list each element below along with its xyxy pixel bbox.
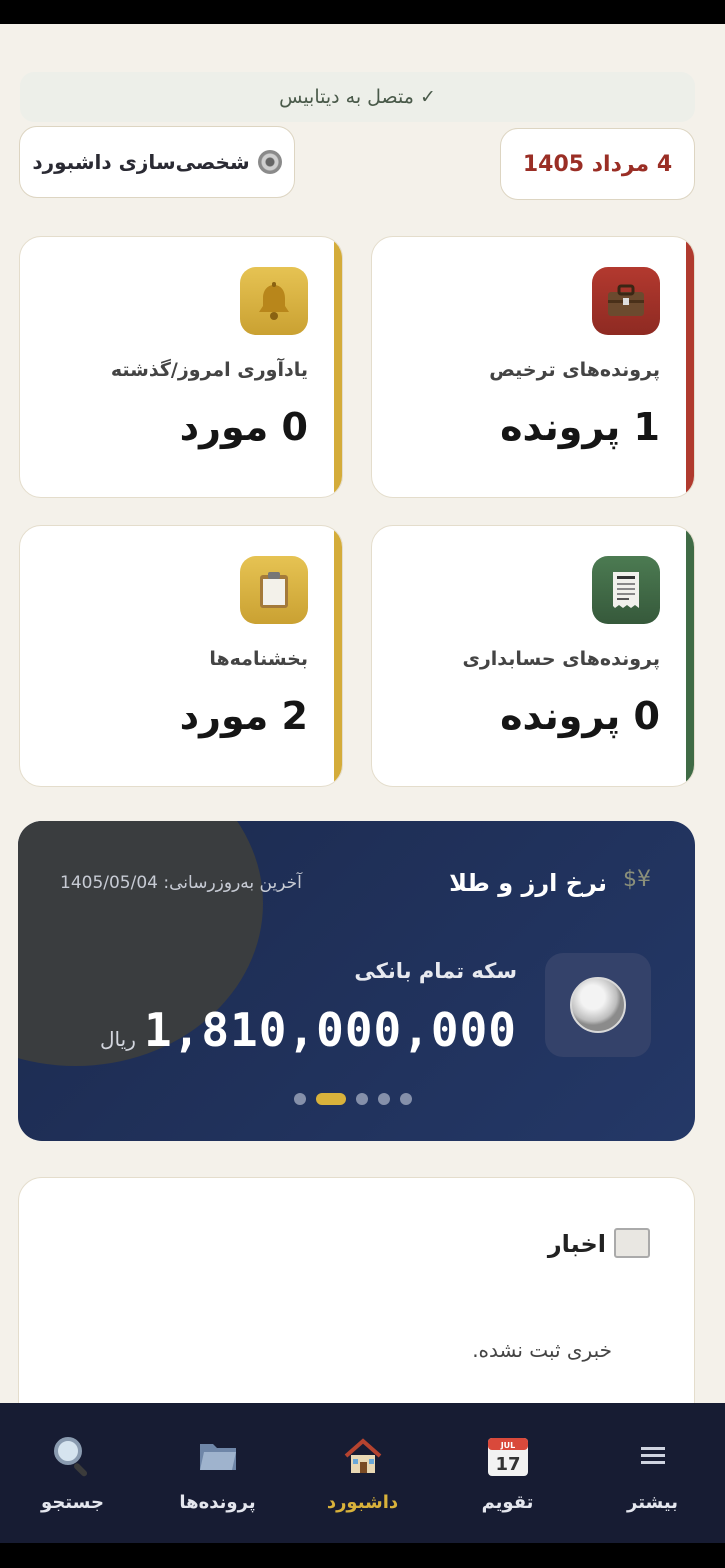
carousel-dot-active[interactable] bbox=[316, 1093, 346, 1105]
nav-item-more[interactable]: بیشتر bbox=[593, 1434, 713, 1513]
nav-item-search[interactable]: جستجو bbox=[13, 1434, 133, 1513]
exchange-icon: $¥ bbox=[623, 867, 651, 892]
card-stripe bbox=[334, 237, 342, 497]
coin-icon-box bbox=[545, 953, 651, 1057]
date-text: 4 مرداد 1405 bbox=[522, 151, 673, 177]
nav-item-files[interactable]: پرونده‌ها bbox=[158, 1434, 278, 1513]
carousel-dots bbox=[294, 1093, 412, 1105]
news-empty-text: خبری ثبت نشده. bbox=[472, 1338, 612, 1362]
card-accounting-files[interactable]: پرونده‌های حسابداری 0 پرونده bbox=[371, 525, 695, 787]
nav-label: بیشتر bbox=[627, 1491, 678, 1513]
card-value: 2 مورد bbox=[179, 694, 308, 738]
nav-label: پرونده‌ها bbox=[179, 1491, 256, 1513]
calendar-day-text: 17 bbox=[495, 1454, 520, 1475]
news-title: اخبار bbox=[547, 1230, 606, 1258]
card-stripe bbox=[686, 237, 694, 497]
nav-item-calendar[interactable]: JUL 17 تقویم bbox=[448, 1434, 568, 1513]
system-gesture-bar bbox=[0, 1543, 725, 1568]
carousel-dot[interactable] bbox=[294, 1093, 306, 1105]
bottom-nav: بیشتر JUL 17 تقویم داشبورد پرونده‌ها جست… bbox=[0, 1403, 725, 1543]
clipboard-icon bbox=[240, 556, 308, 624]
card-reminders[interactable]: یادآوری امروز/گذشته 0 مورد bbox=[19, 236, 343, 498]
carousel-dot[interactable] bbox=[400, 1093, 412, 1105]
rates-title: نرخ ارز و طلا bbox=[449, 869, 607, 897]
home-icon bbox=[341, 1434, 385, 1478]
card-stripe bbox=[686, 526, 694, 786]
bell-icon bbox=[240, 267, 308, 335]
date-badge: 4 مرداد 1405 bbox=[500, 128, 695, 200]
coin-icon bbox=[570, 977, 626, 1033]
dashboard-screen: ✓ متصل به دیتابیس 4 مرداد 1405 شخصی‌سازی… bbox=[0, 24, 725, 1404]
carousel-dot[interactable] bbox=[356, 1093, 368, 1105]
nav-label: داشبورد bbox=[326, 1491, 399, 1513]
nav-label: تقویم bbox=[481, 1491, 534, 1513]
receipt-icon bbox=[592, 556, 660, 624]
briefcase-icon bbox=[592, 267, 660, 335]
card-stripe bbox=[334, 526, 342, 786]
card-label: پرونده‌های ترخیص bbox=[489, 359, 660, 381]
customize-dashboard-button[interactable]: شخصی‌سازی داشبورد bbox=[19, 126, 295, 198]
menu-icon bbox=[631, 1434, 675, 1478]
db-status-text: ✓ متصل به دیتابیس bbox=[279, 86, 436, 108]
news-card: اخبار خبری ثبت نشده. bbox=[18, 1177, 695, 1404]
card-label: پرونده‌های حسابداری bbox=[462, 648, 660, 670]
gear-icon bbox=[257, 150, 282, 174]
calendar-month-text: JUL bbox=[499, 1441, 515, 1450]
search-icon bbox=[51, 1434, 95, 1478]
calendar-icon: JUL 17 bbox=[486, 1434, 530, 1478]
nav-label: جستجو bbox=[41, 1491, 104, 1513]
card-circulars[interactable]: بخشنامه‌ها 2 مورد bbox=[19, 525, 343, 787]
rate-unit: ریال bbox=[100, 1027, 136, 1051]
folder-icon bbox=[196, 1434, 240, 1478]
card-value: 0 پرونده bbox=[500, 694, 660, 738]
rate-item-name: سکه تمام بانکی bbox=[354, 959, 517, 983]
card-value: 0 مورد bbox=[179, 405, 308, 449]
customize-label: شخصی‌سازی داشبورد bbox=[32, 150, 250, 174]
card-value: 1 پرونده bbox=[500, 405, 660, 449]
card-label: بخشنامه‌ها bbox=[209, 648, 308, 670]
card-label: یادآوری امروز/گذشته bbox=[110, 359, 308, 381]
newspaper-icon bbox=[614, 1228, 650, 1258]
currency-rates-card[interactable]: $¥ نرخ ارز و طلا آخرین به‌روزرسانی: 1405… bbox=[18, 821, 695, 1141]
carousel-dot[interactable] bbox=[378, 1093, 390, 1105]
db-status-banner: ✓ متصل به دیتابیس bbox=[20, 72, 695, 122]
card-clearance-files[interactable]: پرونده‌های ترخیص 1 پرونده bbox=[371, 236, 695, 498]
rate-amount: 1,810,000,000 bbox=[143, 1003, 517, 1057]
status-bar bbox=[0, 0, 725, 24]
nav-item-dashboard[interactable]: داشبورد bbox=[303, 1434, 423, 1513]
last-update-text: آخرین به‌روزرسانی: 1405/05/04 bbox=[60, 873, 302, 893]
